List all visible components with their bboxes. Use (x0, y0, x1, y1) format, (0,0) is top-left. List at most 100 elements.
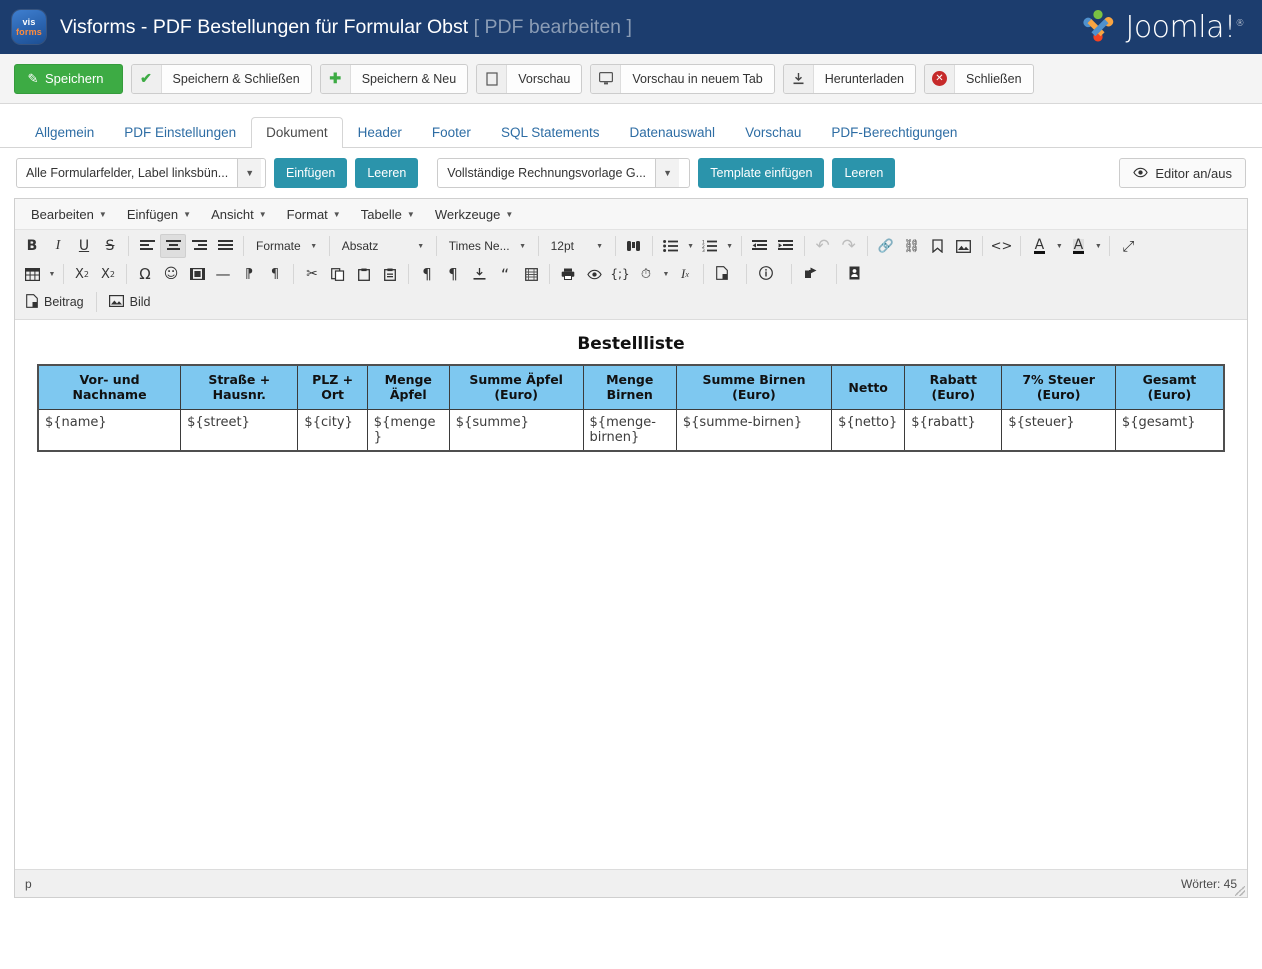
indent-icon[interactable] (773, 234, 799, 258)
template-select[interactable]: Vollständige Rechnungsvorlage G... ▼ (437, 158, 690, 188)
outdent-icon[interactable] (747, 234, 773, 258)
codesample-icon[interactable]: {;} (607, 262, 633, 286)
pagebreak-icon[interactable] (466, 262, 492, 286)
close-circle-icon: ✕ (925, 65, 955, 93)
form-field-select[interactable]: Alle Formularfelder, Label linksbün... ▼ (16, 158, 266, 188)
preview-button[interactable]: Vorschau (476, 64, 582, 94)
redo-icon[interactable]: ↷ (836, 234, 862, 258)
download-button[interactable]: Herunterladen (783, 64, 916, 94)
save-button[interactable]: ✎ Speichern (14, 64, 123, 94)
unlink-icon[interactable]: ⛓ (899, 234, 925, 258)
emoticons-icon[interactable]: ☺ (158, 262, 184, 286)
rtl-icon[interactable]: ¶ (262, 262, 288, 286)
strikethrough-icon[interactable]: S (97, 234, 123, 258)
contact-button[interactable] (842, 262, 873, 286)
hr-icon[interactable]: — (210, 262, 236, 286)
table-icon[interactable] (19, 262, 45, 286)
save-and-close-button[interactable]: ✔ Speichern & Schließen (131, 64, 312, 94)
fontfamily-dropdown[interactable]: Times Ne...▼ (442, 234, 533, 258)
align-center-icon[interactable] (160, 234, 186, 258)
preview-new-tab-button[interactable]: Vorschau in neuem Tab (590, 64, 774, 94)
subscript-icon[interactable]: X2 (69, 262, 95, 286)
italic-icon[interactable]: I (45, 234, 71, 258)
chevron-down-icon[interactable]: ▼ (237, 159, 261, 187)
article-button[interactable]: Beitrag (19, 290, 91, 314)
menu-button[interactable] (797, 262, 831, 286)
charmap-icon[interactable]: Ω (132, 262, 158, 286)
blockquote-icon[interactable]: “ (492, 262, 518, 286)
bullist-icon[interactable] (658, 234, 684, 258)
outdent-svg (752, 240, 767, 252)
menu-einfuegen[interactable]: Einfügen▼ (117, 203, 201, 226)
close-button[interactable]: ✕ Schließen (924, 64, 1034, 94)
align-right-icon[interactable] (186, 234, 212, 258)
editor-toggle-button[interactable]: Editor an/aus (1119, 158, 1246, 188)
menu-tabelle[interactable]: Tabelle▼ (351, 203, 425, 226)
chevron-down-icon[interactable]: ▼ (660, 271, 672, 278)
menu-bearbeiten[interactable]: Bearbeiten▼ (21, 203, 117, 226)
clear-template-button[interactable]: Leeren (832, 158, 895, 188)
chevron-down-icon[interactable]: ▼ (724, 243, 736, 250)
clear-field-button[interactable]: Leeren (355, 158, 418, 188)
menu-format[interactable]: Format▼ (277, 203, 351, 226)
pastetext-icon[interactable] (377, 262, 403, 286)
tab-pdf-berechtigungen[interactable]: PDF-Berechtigungen (816, 117, 972, 148)
chevron-down-icon[interactable]: ▼ (655, 159, 679, 187)
tab-vorschau[interactable]: Vorschau (730, 117, 816, 148)
anchor-icon[interactable] (925, 234, 951, 258)
td-steuer: ${steuer} (1002, 409, 1116, 451)
insert-template-button[interactable]: Template einfügen (698, 158, 824, 188)
paragraph-dropdown[interactable]: Absatz▼ (335, 234, 431, 258)
chevron-down-icon[interactable]: ▼ (1053, 243, 1065, 250)
align-left-icon[interactable] (134, 234, 160, 258)
menu-ansicht[interactable]: Ansicht▼ (201, 203, 277, 226)
fullscreen-icon[interactable]: ⤢ (1115, 234, 1141, 258)
visualblocks-icon[interactable]: ¶ (440, 262, 466, 286)
chevron-down-icon[interactable]: ▼ (46, 271, 58, 278)
visualchars-icon[interactable]: ¶ (414, 262, 440, 286)
tab-allgemein[interactable]: Allgemein (20, 117, 109, 148)
element-path[interactable]: p (25, 877, 32, 891)
undo-icon[interactable]: ↶ (810, 234, 836, 258)
fontsize-dropdown[interactable]: 12pt▼ (544, 234, 610, 258)
image-icon[interactable] (951, 234, 977, 258)
bold-icon[interactable]: B (19, 234, 45, 258)
print-icon[interactable] (555, 262, 581, 286)
menu-werkzeuge[interactable]: Werkzeuge▼ (425, 203, 523, 226)
removeformat-icon[interactable]: Ix (672, 262, 698, 286)
insertdatetime-icon[interactable]: ⏱ (633, 262, 659, 286)
underline-icon[interactable]: U (71, 234, 97, 258)
media-icon[interactable] (184, 262, 210, 286)
save-button-label: Speichern (41, 71, 122, 86)
numlist-icon[interactable]: 123 (697, 234, 723, 258)
visforms-placeholder-button[interactable] (709, 262, 741, 286)
link-icon[interactable]: 🔗 (873, 234, 899, 258)
ltr-icon[interactable]: ⁋ (236, 262, 262, 286)
copy-icon[interactable] (325, 262, 351, 286)
template-icon[interactable] (518, 262, 544, 286)
searchreplace-icon[interactable] (621, 234, 647, 258)
tab-sql-statements[interactable]: SQL Statements (486, 117, 615, 148)
paste-icon[interactable] (351, 262, 377, 286)
chevron-down-icon[interactable]: ▼ (1092, 243, 1104, 250)
forecolor-icon[interactable]: A (1026, 234, 1052, 258)
sourcecode-icon[interactable]: <> (988, 234, 1016, 258)
superscript-icon[interactable]: X2 (95, 262, 121, 286)
editor-canvas[interactable]: Bestellliste Vor- und Nachname Straße + … (15, 320, 1247, 869)
image-button[interactable]: Bild (102, 290, 158, 314)
align-justify-icon[interactable] (212, 234, 238, 258)
resize-handle[interactable] (1235, 886, 1245, 896)
tab-header[interactable]: Header (343, 117, 417, 148)
chevron-down-icon[interactable]: ▼ (685, 243, 697, 250)
preview-icon[interactable] (581, 262, 607, 286)
tab-footer[interactable]: Footer (417, 117, 486, 148)
backcolor-icon[interactable]: A (1065, 234, 1091, 258)
save-and-new-button[interactable]: ✚ Speichern & Neu (320, 64, 469, 94)
tab-datenauswahl[interactable]: Datenauswahl (615, 117, 731, 148)
cut-icon[interactable]: ✂ (299, 262, 325, 286)
tab-dokument[interactable]: Dokument (251, 117, 343, 148)
tab-pdf-einstellungen[interactable]: PDF Einstellungen (109, 117, 251, 148)
formats-dropdown[interactable]: Formate▼ (249, 234, 324, 258)
insert-field-button[interactable]: Einfügen (274, 158, 347, 188)
fontawesome-button[interactable] (752, 262, 786, 286)
